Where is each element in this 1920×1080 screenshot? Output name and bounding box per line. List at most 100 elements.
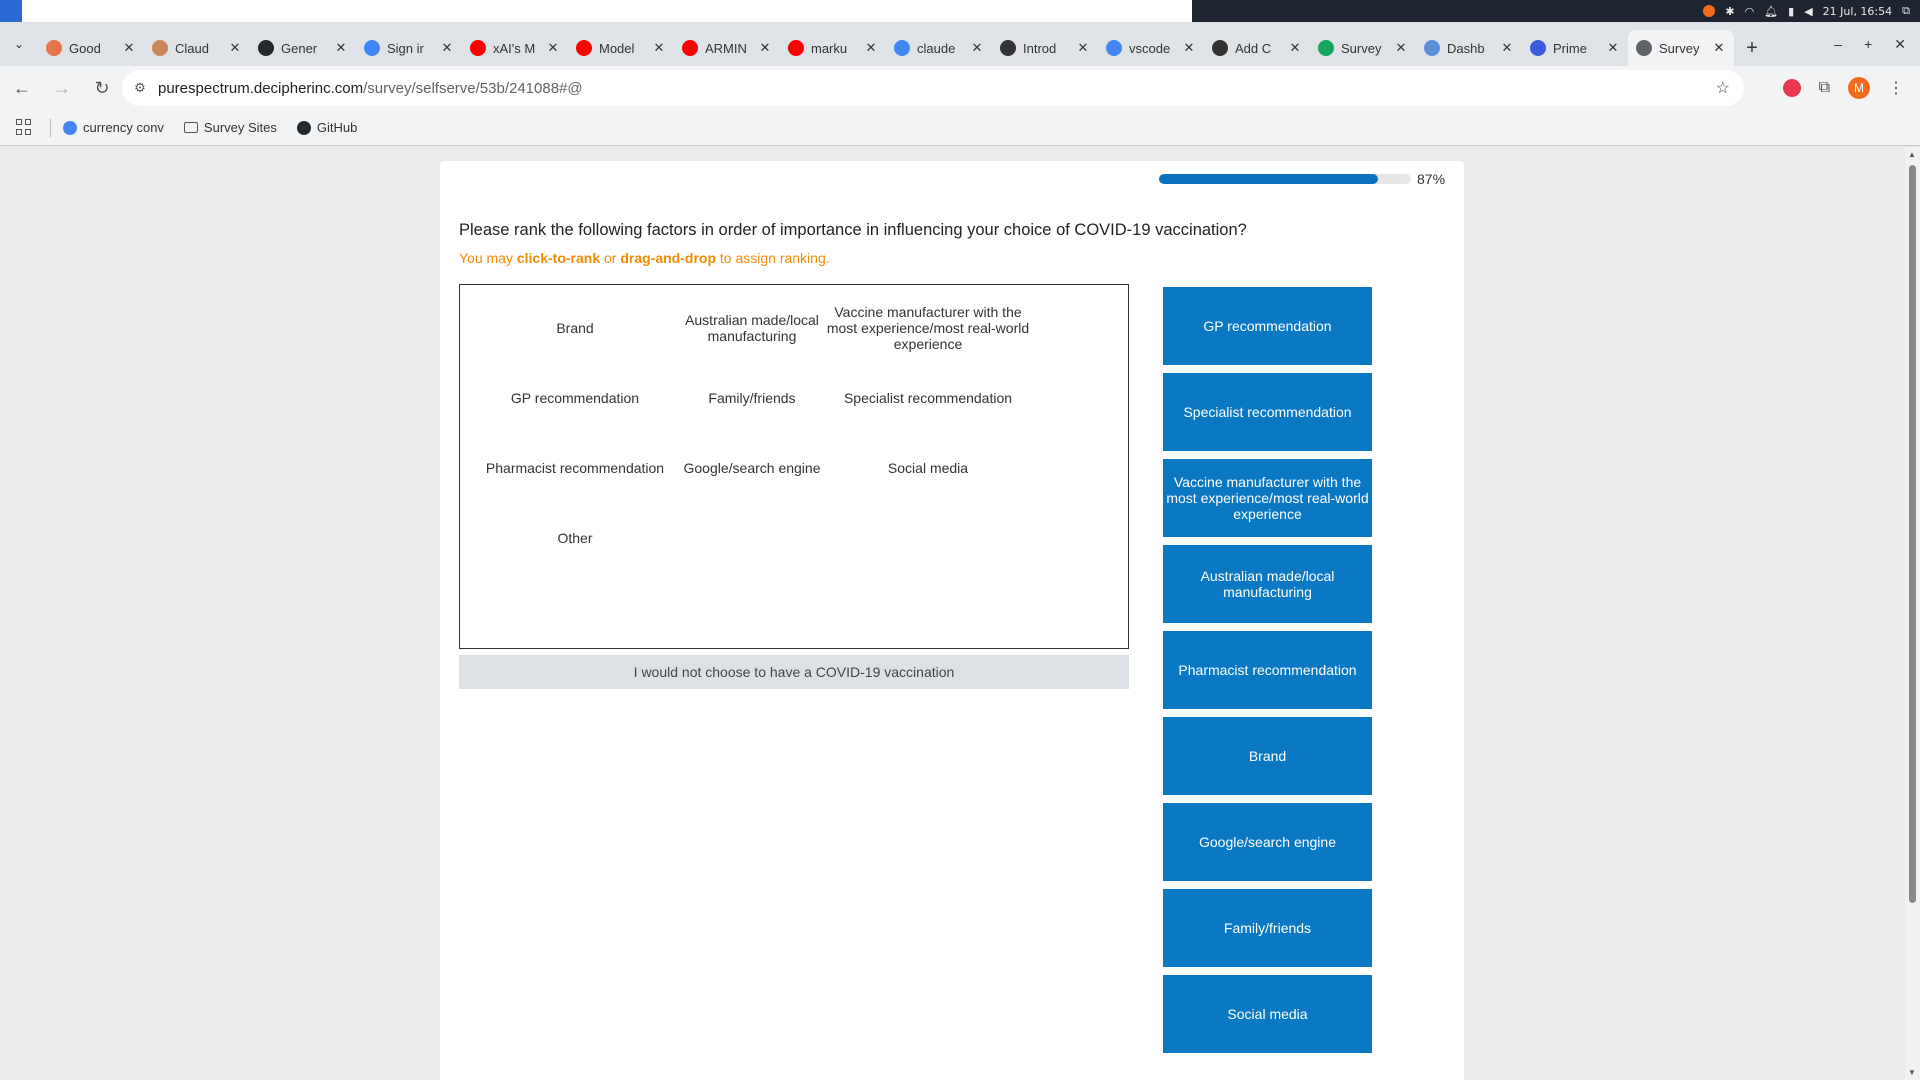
notification-icon[interactable]: 🔔︎ bbox=[1764, 5, 1778, 18]
scroll-thumb[interactable] bbox=[1909, 165, 1916, 903]
forward-button[interactable]: → bbox=[44, 70, 80, 106]
no-vaccination-option[interactable]: I would not choose to have a COVID-19 va… bbox=[459, 655, 1129, 689]
browser-tab[interactable]: Dashb ✕ bbox=[1416, 30, 1522, 66]
maximize-icon[interactable]: + bbox=[1864, 36, 1872, 52]
github-icon bbox=[296, 120, 311, 135]
browser-tab[interactable]: Prime ✕ bbox=[1522, 30, 1628, 66]
tab-close-icon[interactable]: ✕ bbox=[1394, 40, 1408, 56]
tab-favicon-icon bbox=[894, 40, 910, 56]
ranked-item[interactable]: Australian made/local manufacturing bbox=[1163, 545, 1372, 623]
browser-tab[interactable]: Add C ✕ bbox=[1204, 30, 1310, 66]
bluetooth-icon[interactable]: ✱ bbox=[1725, 5, 1734, 18]
tab-close-icon[interactable]: ✕ bbox=[652, 40, 666, 56]
reload-icon: ↻ bbox=[94, 77, 110, 98]
instruction-click-to-rank: click-to-rank bbox=[516, 250, 601, 266]
bookmark-label: Survey Sites bbox=[203, 120, 277, 135]
tab-favicon-icon bbox=[152, 40, 168, 56]
battery-icon[interactable]: ▮ bbox=[1788, 5, 1794, 18]
bookmarks-list: currency conv Survey Sites GitHub bbox=[63, 120, 377, 135]
os-menu-icon[interactable] bbox=[0, 0, 22, 22]
browser-tab[interactable]: Good ✕ bbox=[38, 30, 144, 66]
tab-close-icon[interactable]: ✕ bbox=[1182, 40, 1196, 56]
tab-close-icon[interactable]: ✕ bbox=[546, 40, 560, 56]
ranked-item[interactable]: Vaccine manufacturer with the most exper… bbox=[1163, 459, 1372, 537]
address-bar[interactable]: ⚙ purespectrum.decipherinc.com/survey/se… bbox=[122, 70, 1744, 106]
reload-button[interactable]: ↻ bbox=[84, 70, 120, 106]
site-info-icon[interactable]: ⚙ bbox=[122, 80, 158, 96]
tab-close-icon[interactable]: ✕ bbox=[864, 40, 878, 56]
tab-favicon-icon bbox=[364, 40, 380, 56]
tab-favicon-icon bbox=[1424, 40, 1440, 56]
system-tray: ✱ ◠ 🔔︎ ▮ ◀︎ 21 Jul, 16:54 ⧉ bbox=[1703, 0, 1910, 22]
ranked-item[interactable]: Social media bbox=[1163, 975, 1372, 1053]
ranked-item[interactable]: GP recommendation bbox=[1163, 287, 1372, 365]
tab-title: vscode bbox=[1129, 40, 1171, 56]
tab-title: Survey bbox=[1341, 40, 1382, 56]
tab-close-icon[interactable]: ✕ bbox=[1500, 40, 1514, 56]
ranked-item[interactable]: Brand bbox=[1163, 717, 1372, 795]
tab-title: Prime bbox=[1553, 40, 1587, 56]
url-path: /survey/selfserve/53b/241088#@ bbox=[363, 79, 583, 97]
close-window-icon[interactable]: ✕ bbox=[1894, 36, 1906, 53]
back-button[interactable]: ← bbox=[4, 70, 40, 106]
tab-search-button[interactable]: ⌄ bbox=[0, 22, 38, 66]
tab-close-icon[interactable]: ✕ bbox=[970, 40, 984, 56]
ranked-item[interactable]: Family/friends bbox=[1163, 889, 1372, 967]
window-menu-icon[interactable]: ⧉ bbox=[1902, 4, 1910, 18]
tab-close-icon[interactable]: ✕ bbox=[1288, 40, 1302, 56]
browser-tab[interactable]: Gener ✕ bbox=[250, 30, 356, 66]
browser-tab[interactable]: Survey ✕ bbox=[1628, 30, 1734, 66]
extension-tray-icon[interactable] bbox=[1703, 5, 1716, 17]
profile-avatar[interactable]: M bbox=[1848, 77, 1870, 99]
ranked-item[interactable]: Pharmacist recommendation bbox=[1163, 631, 1372, 709]
tab-close-icon[interactable]: ✕ bbox=[122, 40, 136, 56]
ranking-options-box: Brand Australian made/local manufacturing… bbox=[459, 284, 1129, 649]
page-scrollbar[interactable]: ▲ ▼ bbox=[1905, 147, 1920, 1080]
bookmark-item[interactable]: currency conv bbox=[63, 120, 164, 135]
ranked-list: GP recommendation Specialist recommendati… bbox=[1163, 287, 1372, 1061]
ranked-item[interactable]: Google/search engine bbox=[1163, 803, 1372, 881]
tab-close-icon[interactable]: ✕ bbox=[228, 40, 242, 56]
bookmark-item[interactable]: Survey Sites bbox=[183, 120, 277, 135]
browser-tab[interactable]: ARMIN ✕ bbox=[674, 30, 780, 66]
tab-close-icon[interactable]: ✕ bbox=[440, 40, 454, 56]
minimize-icon[interactable]: – bbox=[1834, 36, 1842, 52]
instruction-drag-and-drop: drag-and-drop bbox=[620, 250, 716, 266]
bookmark-item[interactable]: GitHub bbox=[296, 120, 358, 135]
tab-close-icon[interactable]: ✕ bbox=[1076, 40, 1090, 56]
tab-title: Add C bbox=[1235, 40, 1272, 56]
tab-close-icon[interactable]: ✕ bbox=[1712, 40, 1726, 56]
scroll-up-icon[interactable]: ▲ bbox=[1908, 150, 1916, 159]
ranked-item[interactable]: Specialist recommendation bbox=[1163, 373, 1372, 451]
wifi-icon[interactable]: ◠ bbox=[1745, 5, 1755, 18]
scroll-down-icon[interactable]: ▼ bbox=[1908, 1068, 1916, 1077]
tab-close-icon[interactable]: ✕ bbox=[758, 40, 772, 56]
browser-tab[interactable]: claude ✕ bbox=[886, 30, 992, 66]
rank-option[interactable]: Other bbox=[467, 495, 683, 581]
tab-close-icon[interactable]: ✕ bbox=[334, 40, 348, 56]
browser-tab[interactable]: marku ✕ bbox=[780, 30, 886, 66]
folder-icon bbox=[183, 122, 198, 133]
rank-option[interactable]: Social media bbox=[820, 425, 1036, 511]
apps-grid-icon[interactable] bbox=[16, 118, 34, 137]
browser-tab[interactable]: Claud ✕ bbox=[144, 30, 250, 66]
browser-tab[interactable]: Introd ✕ bbox=[992, 30, 1098, 66]
browser-tab[interactable]: Model ✕ bbox=[568, 30, 674, 66]
browser-tab[interactable]: vscode ✕ bbox=[1098, 30, 1204, 66]
page-viewport: 87% Please rank the following factors in… bbox=[0, 147, 1905, 1080]
bookmark-star-icon[interactable]: ☆ bbox=[1716, 78, 1730, 98]
extensions-puzzle-icon[interactable]: ⧉ bbox=[1819, 79, 1830, 97]
browser-tab[interactable]: xAI's M ✕ bbox=[462, 30, 568, 66]
os-window-strip bbox=[22, 0, 1192, 22]
browser-tab[interactable]: Survey ✕ bbox=[1310, 30, 1416, 66]
bookmark-label: GitHub bbox=[316, 120, 358, 135]
tab-close-icon[interactable]: ✕ bbox=[1606, 40, 1620, 56]
bookmarks-bar: currency conv Survey Sites GitHub bbox=[0, 110, 1920, 146]
volume-icon[interactable]: ◀︎ bbox=[1804, 5, 1812, 18]
new-tab-button[interactable]: + bbox=[1734, 30, 1770, 66]
tab-favicon-icon bbox=[258, 40, 274, 56]
browser-tab[interactable]: Sign ir ✕ bbox=[356, 30, 462, 66]
extension-icon[interactable] bbox=[1782, 79, 1801, 97]
clock-text[interactable]: 21 Jul, 16:54 bbox=[1823, 5, 1892, 18]
menu-dots-icon[interactable]: ⋮ bbox=[1888, 78, 1904, 98]
